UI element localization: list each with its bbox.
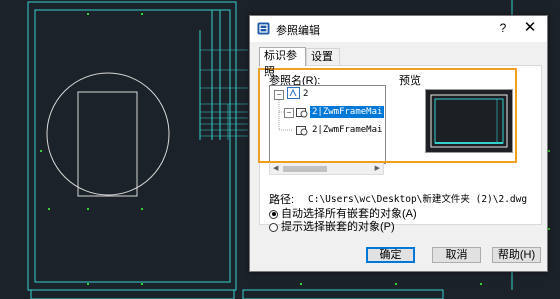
close-icon[interactable]: ✕ (522, 20, 538, 36)
drawing-frame-inner (34, 9, 231, 283)
path-value: C:\Users\wc\Desktop\新建文件夹 (2)\2.dwg (308, 194, 528, 205)
path-label: 路径: (269, 194, 295, 206)
radio-auto-select[interactable] (269, 209, 278, 219)
preview-label: 预览 (399, 75, 421, 87)
radio-prompt-select[interactable] (269, 222, 278, 232)
reference-tree[interactable]: − 2 − 2|ZwmFrameMai 2|ZwmFrameMai (269, 85, 386, 164)
tree-child-collapse-icon[interactable]: − (284, 108, 294, 118)
tree-child-item[interactable]: 2|ZwmFrameMai (310, 124, 384, 136)
drawing-frame-outer (27, 1, 237, 291)
tree-child-item-selected[interactable]: 2|ZwmFrameMai (310, 106, 385, 118)
xref-icon (296, 124, 308, 136)
reference-edit-dialog: 参照编辑 ? ✕ 标识参照 设置 参照名(R): 预览 − 2 − 2|ZwmF… (249, 15, 548, 272)
scroll-right-arrow-icon[interactable]: ▶ (375, 163, 380, 175)
option-auto-select-nested[interactable]: 自动选择所有嵌套的对象(A) (269, 207, 417, 221)
xref-icon (296, 106, 308, 118)
scroll-thumb[interactable] (283, 166, 327, 172)
option-prompt-select-label: 提示选择嵌套的对象(P) (281, 221, 395, 233)
tree-horizontal-scrollbar[interactable]: ◀ ▶ (269, 162, 384, 175)
tab-settings[interactable]: 设置 (306, 48, 340, 65)
option-prompt-select-nested[interactable]: 提示选择嵌套的对象(P) (269, 220, 395, 234)
help-icon[interactable]: ? (496, 21, 510, 37)
drawing-frame-bottom-left (30, 289, 235, 299)
drawing-circle (46, 72, 170, 196)
dialog-title: 参照编辑 (276, 25, 320, 37)
option-auto-select-label: 自动选择所有嵌套的对象(A) (281, 208, 417, 220)
title-block-grid (200, 49, 248, 140)
drawing-rectangle (77, 91, 138, 197)
ok-button[interactable]: 确定 (366, 247, 415, 263)
app-icon (257, 22, 270, 35)
help-button[interactable]: 帮助(H) (492, 247, 541, 263)
cancel-button[interactable]: 取消 (432, 247, 481, 263)
dialog-titlebar[interactable]: 参照编辑 ? ✕ (250, 16, 547, 42)
scroll-left-arrow-icon[interactable]: ◀ (273, 163, 278, 175)
drawing-frame-bottom-right (242, 289, 444, 299)
tab-identify-reference[interactable]: 标识参照 (259, 47, 306, 78)
preview-image (425, 89, 513, 153)
